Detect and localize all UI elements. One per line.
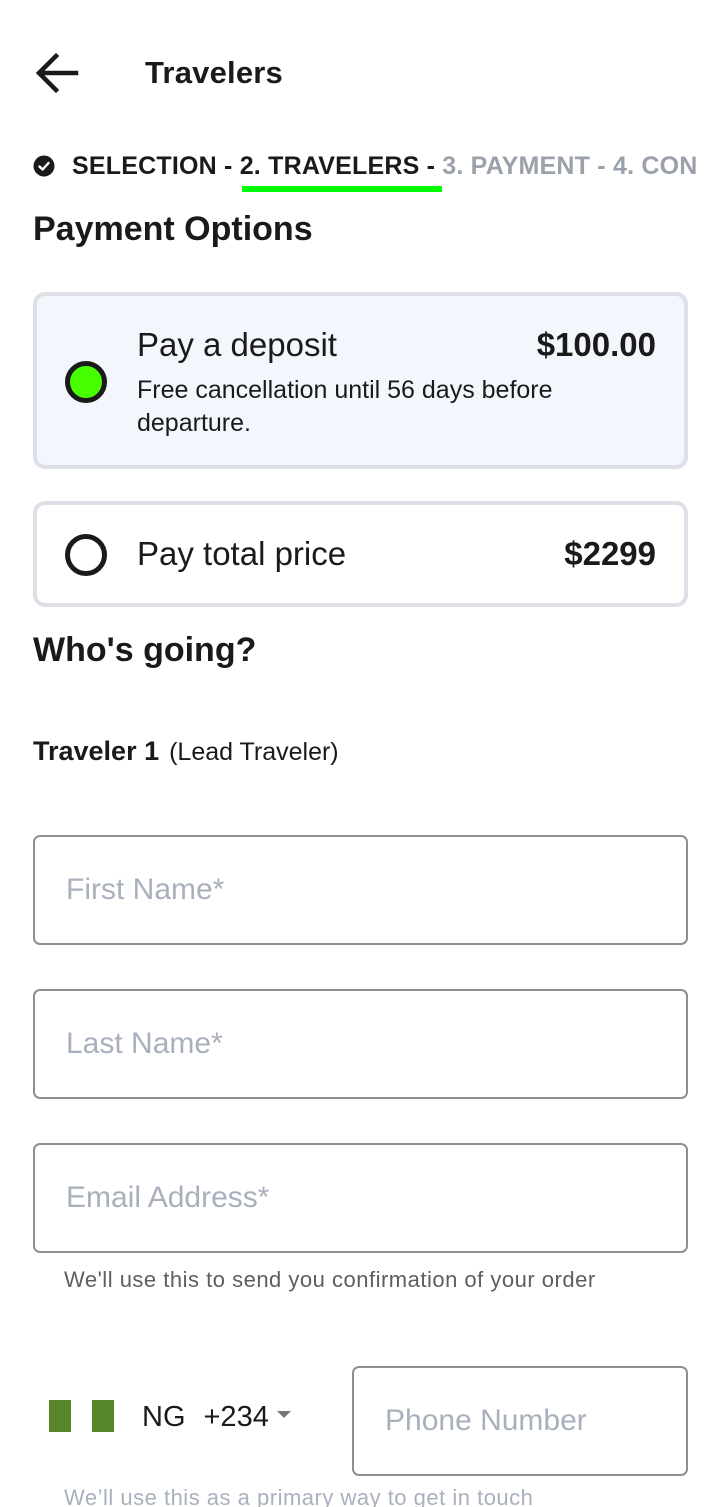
- option-price: $100.00: [536, 326, 656, 363]
- nigeria-flag-icon: [48, 1400, 128, 1434]
- option-label: Pay a deposit: [137, 326, 337, 363]
- arrow-left-icon: [35, 52, 79, 94]
- option-label: Pay total price: [137, 535, 347, 572]
- app-header: Travelers: [0, 0, 720, 140]
- email-input[interactable]: [35, 1145, 686, 1251]
- check-circle-icon: [33, 155, 55, 177]
- step-separator: -: [590, 152, 613, 180]
- phone-number-input[interactable]: [354, 1368, 686, 1474]
- first-name-field[interactable]: [33, 835, 688, 945]
- dial-code: +234: [203, 1400, 269, 1433]
- back-button[interactable]: [30, 50, 82, 96]
- pay-deposit-option[interactable]: Pay a deposit $100.00 Free cancellation …: [33, 292, 688, 469]
- traveler-role: (Lead Traveler): [169, 738, 339, 766]
- step-confirmation: 4. CON: [612, 152, 698, 180]
- page-title: Travelers: [145, 55, 283, 90]
- radio-selected-icon[interactable]: [65, 361, 107, 403]
- email-helper-text: We'll use this to send you confirmation …: [64, 1267, 596, 1292]
- first-name-input[interactable]: [35, 837, 686, 943]
- payment-options-heading: Payment Options: [33, 210, 313, 248]
- option-subtitle: Free cancellation until 56 days before d…: [137, 376, 553, 437]
- checkout-stepper: SELECTION - 2. TRAVELERS - 3. PAYMENT - …: [33, 150, 720, 194]
- phone-number-field[interactable]: [352, 1366, 688, 1476]
- traveler-header: Traveler 1 (Lead Traveler): [33, 736, 339, 767]
- whos-going-heading: Who's going?: [33, 631, 257, 669]
- country-code-select[interactable]: NG +234: [40, 1385, 310, 1449]
- step-separator: -: [216, 152, 240, 180]
- step-separator: -: [419, 152, 443, 180]
- pay-total-option[interactable]: Pay total price $2299: [33, 501, 688, 607]
- phone-helper-text: We’ll use this as a primary way to get i…: [64, 1485, 534, 1507]
- traveler-name: Traveler 1: [33, 736, 160, 766]
- last-name-field[interactable]: [33, 989, 688, 1099]
- step-travelers[interactable]: 2. TRAVELERS: [240, 152, 420, 180]
- country-code: NG: [142, 1400, 186, 1433]
- option-price: $2299: [564, 535, 656, 572]
- step-selection[interactable]: SELECTION: [72, 152, 217, 180]
- email-field[interactable]: [33, 1143, 688, 1253]
- radio-unselected-icon[interactable]: [65, 534, 107, 576]
- active-step-indicator: [242, 186, 442, 192]
- last-name-input[interactable]: [35, 991, 686, 1097]
- step-payment: 3. PAYMENT: [442, 152, 591, 180]
- caret-down-icon: [276, 1410, 291, 1418]
